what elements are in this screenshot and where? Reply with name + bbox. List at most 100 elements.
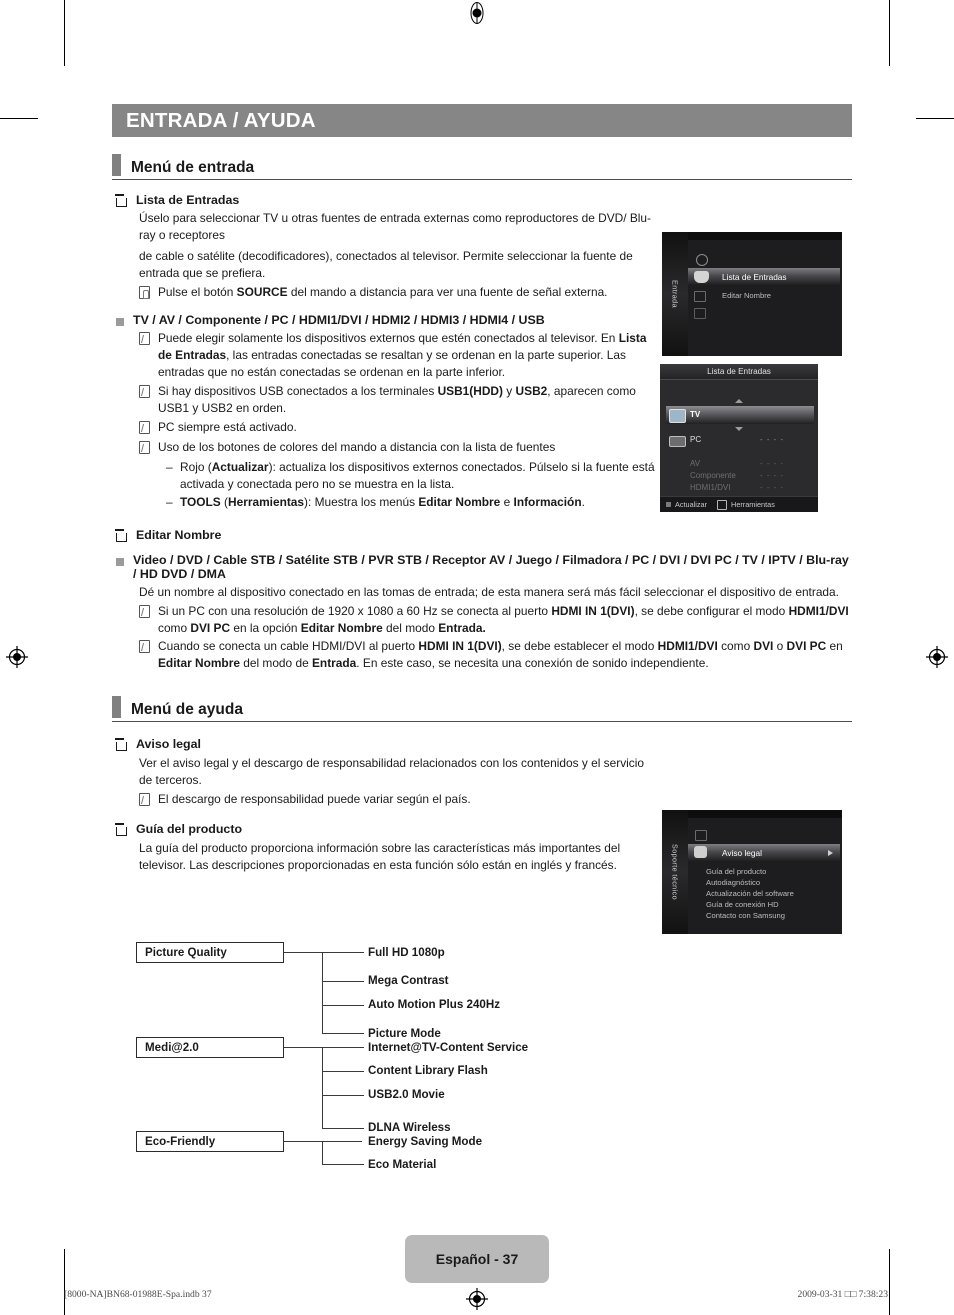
tree-leaf: Content Library Flash (368, 1064, 488, 1077)
tv-menu-item[interactable]: Editar Nombre (722, 291, 771, 300)
topic-header: Video / DVD / Cable STB / Satélite STB /… (112, 553, 852, 581)
tv-rail-label: Soporte técnico (670, 844, 680, 900)
tv-dialog-footer: Actualizar Herramientas (660, 496, 818, 512)
crop-mark-top-left (64, 0, 65, 66)
registration-mark-bottom (466, 1288, 488, 1310)
dash-text: Rojo (Actualizar): actualiza los disposi… (180, 459, 655, 491)
help-bubble-icon (694, 846, 707, 858)
crop-mark-right-top (916, 118, 954, 119)
note-text: Pulse el botón SOURCE del mando a distan… (158, 285, 608, 300)
question-mark-icon (695, 830, 707, 841)
tv-menu-item-label: Aviso legal (722, 847, 762, 858)
tv-list-row-selected-highlight (666, 406, 814, 424)
section-heading-input-menu: Menú de entrada (112, 154, 852, 180)
editar-nombre-body: Video / DVD / Cable STB / Satélite STB /… (112, 553, 852, 673)
tree-leaf: DLNA Wireless (368, 1121, 451, 1134)
tv-menu-item-selected[interactable]: Aviso legal (688, 844, 840, 861)
note-item: Uso de los botones de colores del mando … (139, 439, 660, 457)
tv-sidebar-rail: Soporte técnico (662, 810, 688, 934)
tree-group-box: Medi@2.0 (136, 1037, 284, 1058)
footer-refresh-label[interactable]: Actualizar (675, 500, 707, 509)
sources-notes: Puede elegir solamente los dispositivos … (112, 330, 660, 511)
tree-connector (322, 952, 324, 1034)
tv-device-icon (669, 409, 686, 423)
tv-list-row-value: - - - - (760, 471, 785, 480)
hand-press-icon (139, 284, 150, 302)
page-number-badge: Español - 37 (405, 1235, 549, 1283)
registration-mark-top (466, 2, 488, 24)
scroll-up-caret-icon[interactable] (735, 399, 743, 403)
footer-tools[interactable]: Herramientas (717, 499, 775, 510)
tree-group-label: Picture Quality (145, 946, 227, 959)
note-text: Si hay dispositivos USB conectados a los… (158, 384, 636, 415)
topic-aviso-legal: Aviso legal Ver el aviso legal y el desc… (112, 737, 852, 808)
filled-square-bullet-icon (116, 313, 124, 327)
tree-connector (322, 1005, 364, 1007)
note-icon (139, 330, 150, 348)
dash-marker-icon: – (166, 459, 173, 474)
tree-leaf: Energy Saving Mode (368, 1135, 483, 1148)
note-item: Si hay dispositivos USB conectados a los… (139, 383, 660, 417)
hollow-square-bullet-icon (115, 193, 127, 207)
tv-list-row-value: - - - - (760, 459, 785, 468)
tv-menu-item-label: Lista de Entradas (722, 271, 787, 282)
tree-connector (322, 1095, 364, 1097)
section-title-help-menu: Menú de ayuda (131, 701, 243, 719)
tv-screenshot-support-menu: Soporte técnico Aviso legal Guía del pro… (662, 810, 842, 934)
note-icon (139, 439, 150, 457)
tree-leaf: Internet@TV-Content Service (368, 1041, 529, 1054)
paragraph: Dé un nombre al dispositivo conectado en… (139, 584, 839, 599)
tree-connector (322, 1141, 324, 1165)
note-icon (139, 419, 150, 437)
tree-connector (322, 1047, 324, 1129)
tv-menu-item[interactable]: Contacto con Samsung (706, 911, 785, 920)
tree-connector (322, 981, 364, 983)
note-item: Si un PC con una resolución de 1920 x 10… (139, 603, 852, 637)
section-heading-help-menu: Menú de ayuda (112, 696, 852, 723)
tree-connector (322, 952, 364, 954)
note-text: El descargo de responsabilidad puede var… (158, 791, 471, 806)
tv-menu-item[interactable]: Guía del producto (706, 867, 766, 876)
print-timestamp: 2009-03-31 □□ 7:38:23 (797, 1289, 888, 1300)
paragraph: La guía del producto proporciona informa… (139, 840, 621, 872)
tv-menu-item[interactable]: Autodiagnóstico (706, 878, 760, 887)
tree-connector (322, 1164, 364, 1166)
scroll-down-caret-icon[interactable] (735, 427, 743, 431)
tv-menu-item-selected[interactable]: Lista de Entradas (688, 268, 840, 285)
tv-menu-item[interactable]: Guía de conexión HD (706, 900, 779, 909)
topic-title: Lista de Entradas (136, 193, 240, 207)
hollow-square-bullet-icon (115, 737, 127, 752)
page-number-label: Español - 37 (435, 1251, 519, 1267)
section-tab-marker (112, 696, 121, 719)
hollow-square-bullet-icon (115, 822, 127, 837)
dash-item: – Rojo (Actualizar): actualiza los dispo… (166, 459, 660, 493)
tv-menu-item[interactable]: Actualización del software (706, 889, 794, 898)
tree-leaf: Mega Contrast (368, 974, 449, 987)
note-icon (139, 638, 150, 656)
topic-title: Aviso legal (136, 737, 201, 752)
tv-list-row-label[interactable]: PC (690, 435, 701, 444)
section-tab-marker (112, 154, 121, 176)
tree-leaf: Full HD 1080p (368, 946, 445, 959)
tree-connector (322, 1071, 364, 1073)
tv-top-bar (662, 232, 842, 240)
tree-leaf: Auto Motion Plus 240Hz (368, 998, 501, 1011)
tv-list-row-label[interactable]: Componente (690, 471, 736, 480)
tv-list-row-value: - - - - (760, 483, 785, 492)
tree-connector (322, 1033, 364, 1035)
tree-leaf: Picture Mode (368, 1027, 441, 1040)
crop-mark-bottom-right (889, 1249, 890, 1315)
crop-mark-bottom-left (64, 1249, 65, 1315)
tv-list-row-label[interactable]: AV (690, 459, 700, 468)
note-item: Puede elegir solamente los dispositivos … (139, 330, 660, 381)
note-item: PC siempre está activado. (139, 419, 660, 437)
tv-list-row-label[interactable]: HDMI1/DVI (690, 483, 730, 492)
topic-header: Lista de Entradas (112, 193, 852, 207)
note-text: Uso de los botones de colores del mando … (158, 439, 556, 454)
section-title-input-menu: Menú de entrada (131, 159, 255, 176)
tree-connector (322, 1047, 364, 1049)
page-title-band: ENTRADA / AYUDA (112, 104, 852, 137)
topic-editar-nombre: Editar Nombre (112, 528, 852, 543)
tv-list-row-label[interactable]: TV (690, 410, 700, 419)
tv-dialog-title: Lista de Entradas (660, 364, 818, 380)
